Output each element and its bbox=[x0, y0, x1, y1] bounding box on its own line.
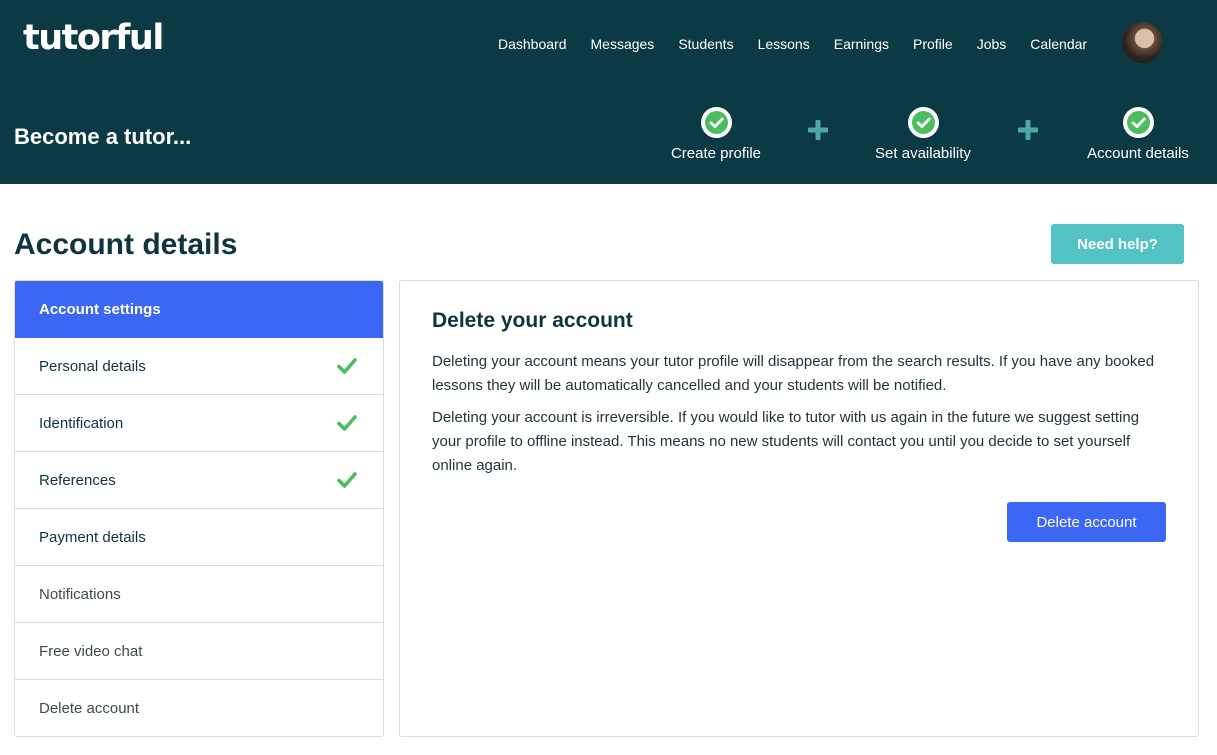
panel-title: Delete your account bbox=[432, 309, 633, 332]
need-help-button[interactable]: Need help? bbox=[1051, 224, 1184, 264]
page-title: Account details bbox=[14, 228, 238, 261]
check-circle-icon bbox=[700, 107, 732, 138]
account-sidebar: Account settings Personal details Identi… bbox=[14, 280, 384, 737]
sidebar-item-references[interactable]: References bbox=[15, 452, 383, 509]
sidebar-item-label: Notifications bbox=[39, 585, 121, 603]
step-label: Account details bbox=[1087, 145, 1189, 162]
tutorful-logo[interactable]: tutorful bbox=[23, 14, 164, 62]
nav-lessons[interactable]: Lessons bbox=[758, 34, 810, 54]
sidebar-item-label: References bbox=[39, 471, 116, 489]
main-nav: Dashboard Messages Students Lessons Earn… bbox=[486, 34, 1099, 54]
panel-paragraph: Deleting your account is irreversible. I… bbox=[432, 409, 1140, 474]
nav-jobs[interactable]: Jobs bbox=[977, 34, 1007, 54]
panel-paragraph: Deleting your account means your tutor p… bbox=[432, 353, 1155, 394]
nav-dashboard[interactable]: Dashboard bbox=[498, 34, 567, 54]
plus-icon bbox=[1018, 120, 1038, 140]
checkmark-icon bbox=[337, 472, 357, 488]
nav-messages[interactable]: Messages bbox=[591, 34, 655, 54]
nav-profile[interactable]: Profile bbox=[913, 34, 953, 54]
sidebar-item-free-video-chat[interactable]: Free video chat bbox=[15, 623, 383, 680]
sidebar-item-label: Payment details bbox=[39, 528, 146, 546]
sidebar-item-personal-details[interactable]: Personal details bbox=[15, 338, 383, 395]
plus-icon bbox=[808, 120, 828, 140]
sidebar-item-label: Personal details bbox=[39, 357, 146, 375]
check-circle-icon bbox=[1122, 107, 1154, 138]
sidebar-item-identification[interactable]: Identification bbox=[15, 395, 383, 452]
sidebar-item-notifications[interactable]: Notifications bbox=[15, 566, 383, 623]
step-label: Set availability bbox=[875, 145, 971, 162]
step-label: Create profile bbox=[670, 145, 762, 162]
nav-calendar[interactable]: Calendar bbox=[1030, 34, 1087, 54]
onboarding-title: Become a tutor... bbox=[14, 124, 192, 149]
sidebar-item-account-settings[interactable]: Account settings bbox=[15, 281, 383, 338]
sidebar-item-label: Identification bbox=[39, 414, 124, 432]
sidebar-item-payment-details[interactable]: Payment details bbox=[15, 509, 383, 566]
sidebar-item-label: Delete account bbox=[39, 699, 140, 717]
step-create-profile: Create profile bbox=[641, 107, 791, 164]
checkmark-icon bbox=[337, 415, 357, 431]
top-header: tutorful Dashboard Messages Students Les… bbox=[0, 0, 1217, 184]
step-account-details: Account details bbox=[1063, 107, 1213, 164]
sidebar-item-delete-account[interactable]: Delete account bbox=[15, 680, 383, 736]
sidebar-item-label: Account settings bbox=[39, 300, 161, 318]
delete-account-button[interactable]: Delete account bbox=[1007, 502, 1166, 542]
delete-account-panel: Delete your account Deleting your accoun… bbox=[399, 280, 1199, 737]
checkmark-icon bbox=[337, 358, 357, 374]
nav-students[interactable]: Students bbox=[678, 34, 733, 54]
check-circle-icon bbox=[907, 107, 939, 138]
sidebar-item-label: Free video chat bbox=[39, 642, 143, 660]
nav-earnings[interactable]: Earnings bbox=[834, 34, 889, 54]
user-avatar[interactable] bbox=[1122, 22, 1163, 63]
step-set-availability: Set availability bbox=[848, 107, 998, 164]
